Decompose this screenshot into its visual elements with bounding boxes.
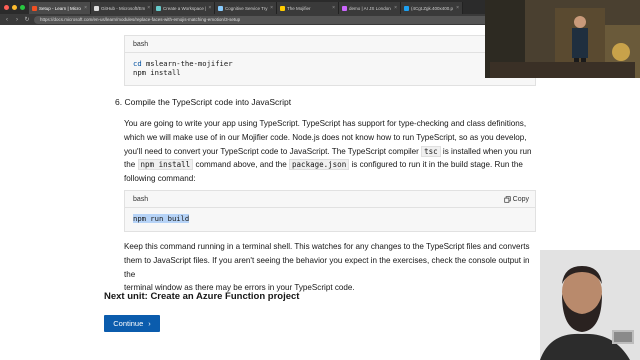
browser-tab[interactable]: Cognitive Service Try × — [215, 2, 277, 14]
close-tab-icon[interactable]: × — [147, 5, 150, 11]
close-window-icon[interactable] — [4, 4, 9, 10]
forward-icon[interactable]: › — [14, 17, 20, 23]
favicon-icon — [32, 5, 37, 11]
favicon-icon — [404, 5, 409, 11]
step-title: 6. Compile the TypeScript code into Java… — [115, 97, 292, 107]
code-block-body: npm run build — [125, 208, 535, 229]
back-icon[interactable]: ‹ — [4, 17, 10, 23]
webcam-overlay-presenter — [540, 250, 640, 360]
text-line: Keep this command running in a terminal … — [124, 242, 530, 251]
favicon-icon — [342, 5, 347, 11]
copy-button[interactable]: Copy — [504, 196, 529, 203]
close-tab-icon[interactable]: × — [456, 5, 459, 11]
reload-icon[interactable]: ↻ — [24, 16, 30, 23]
code-keyword: cd — [133, 59, 142, 68]
close-tab-icon[interactable]: × — [270, 5, 273, 11]
step-paragraph: You are going to write your app using Ty… — [124, 117, 536, 186]
code-text: mslearn-the-mojifier — [141, 59, 233, 68]
text-line: which we will make use of in our Mojifie… — [124, 132, 527, 142]
code-block-build: bash Copy npm run build — [124, 190, 536, 232]
url-field[interactable]: https://docs.microsoft.com/en-us/learn/m… — [34, 15, 494, 24]
tab-label: The Mojifier — [287, 5, 311, 11]
continue-label: Continue — [113, 319, 144, 328]
copy-icon — [504, 195, 511, 203]
presenter-video-image — [540, 250, 640, 360]
copy-label: Copy — [512, 195, 529, 203]
continue-button[interactable]: Continue › — [104, 315, 160, 332]
code-language-label: bash — [133, 195, 149, 203]
code-block-header: bash — [125, 36, 535, 53]
favicon-icon — [156, 5, 161, 11]
text-segment: is configured to run it in the build sta… — [351, 160, 523, 170]
text-line: you'll need to convert your TypeScript c… — [124, 145, 536, 159]
tab-label: Setup - Learn | Micro — [39, 5, 81, 11]
maximize-window-icon[interactable] — [20, 4, 25, 10]
close-tab-icon[interactable]: × — [208, 5, 211, 11]
text-line: them to JavaScript files. If you aren't … — [124, 255, 530, 279]
favicon-icon — [94, 5, 99, 11]
favicon-icon — [280, 5, 285, 11]
code-text: npm install — [133, 68, 181, 77]
inline-code-npm-install: npm install — [137, 159, 194, 171]
text-line: You are going to write your app using Ty… — [124, 119, 527, 128]
code-line: npm install — [133, 68, 527, 77]
text-segment: the — [124, 160, 136, 170]
tab-label: Create a Workspace | — [163, 5, 207, 11]
code-language-label: bash — [133, 40, 149, 48]
tab-label: GitHub - Microsoft/Em — [101, 5, 146, 11]
code-block-header: bash Copy — [125, 191, 535, 208]
text-segment: is installed when you run — [442, 146, 532, 156]
browser-tab[interactable]: Create a Workspace | × — [153, 2, 215, 14]
browser-tab[interactable]: Setup - Learn | Micro × — [29, 2, 91, 14]
browser-tab[interactable]: GitHub - Microsoft/Em × — [91, 2, 153, 14]
tab-label: Cognitive Service Try — [225, 5, 268, 11]
text-segment: command above, and the — [195, 160, 287, 170]
stage-video-image — [485, 0, 640, 78]
webcam-overlay-stage — [485, 0, 640, 78]
info-paragraph: Keep this command running in a terminal … — [124, 240, 536, 295]
browser-tab[interactable]: demo | AI JS London × — [339, 2, 401, 14]
browser-tab[interactable]: The Mojifier × — [277, 2, 339, 14]
browser-tab[interactable]: (4Cgt.Zgk.400x400.p × — [401, 2, 463, 14]
code-line: cd mslearn-the-mojifier — [133, 59, 527, 68]
text-line: the npm install command above, and the p… — [124, 158, 536, 172]
tab-label: (4Cgt.Zgk.400x400.p — [411, 5, 454, 11]
close-tab-icon[interactable]: × — [84, 5, 87, 11]
next-unit-heading: Next unit: Create an Azure Function proj… — [104, 291, 300, 302]
close-tab-icon[interactable]: × — [332, 5, 335, 11]
code-block-body: cd mslearn-the-mojifier npm install — [125, 53, 535, 83]
chevron-right-icon: › — [148, 319, 151, 328]
tab-label: demo | AI JS London — [349, 5, 391, 11]
minimize-window-icon[interactable] — [12, 4, 17, 10]
code-block-install: bash cd mslearn-the-mojifier npm install — [124, 35, 536, 86]
code-text-selected[interactable]: npm run build — [133, 214, 190, 223]
favicon-icon — [218, 5, 223, 11]
inline-code-package-json: package.json — [289, 159, 350, 171]
text-line: following command: — [124, 174, 196, 184]
close-tab-icon[interactable]: × — [394, 5, 397, 11]
inline-code-tsc: tsc — [421, 145, 441, 157]
window-controls — [0, 4, 29, 10]
text-segment: you'll need to convert your TypeScript c… — [124, 146, 419, 156]
